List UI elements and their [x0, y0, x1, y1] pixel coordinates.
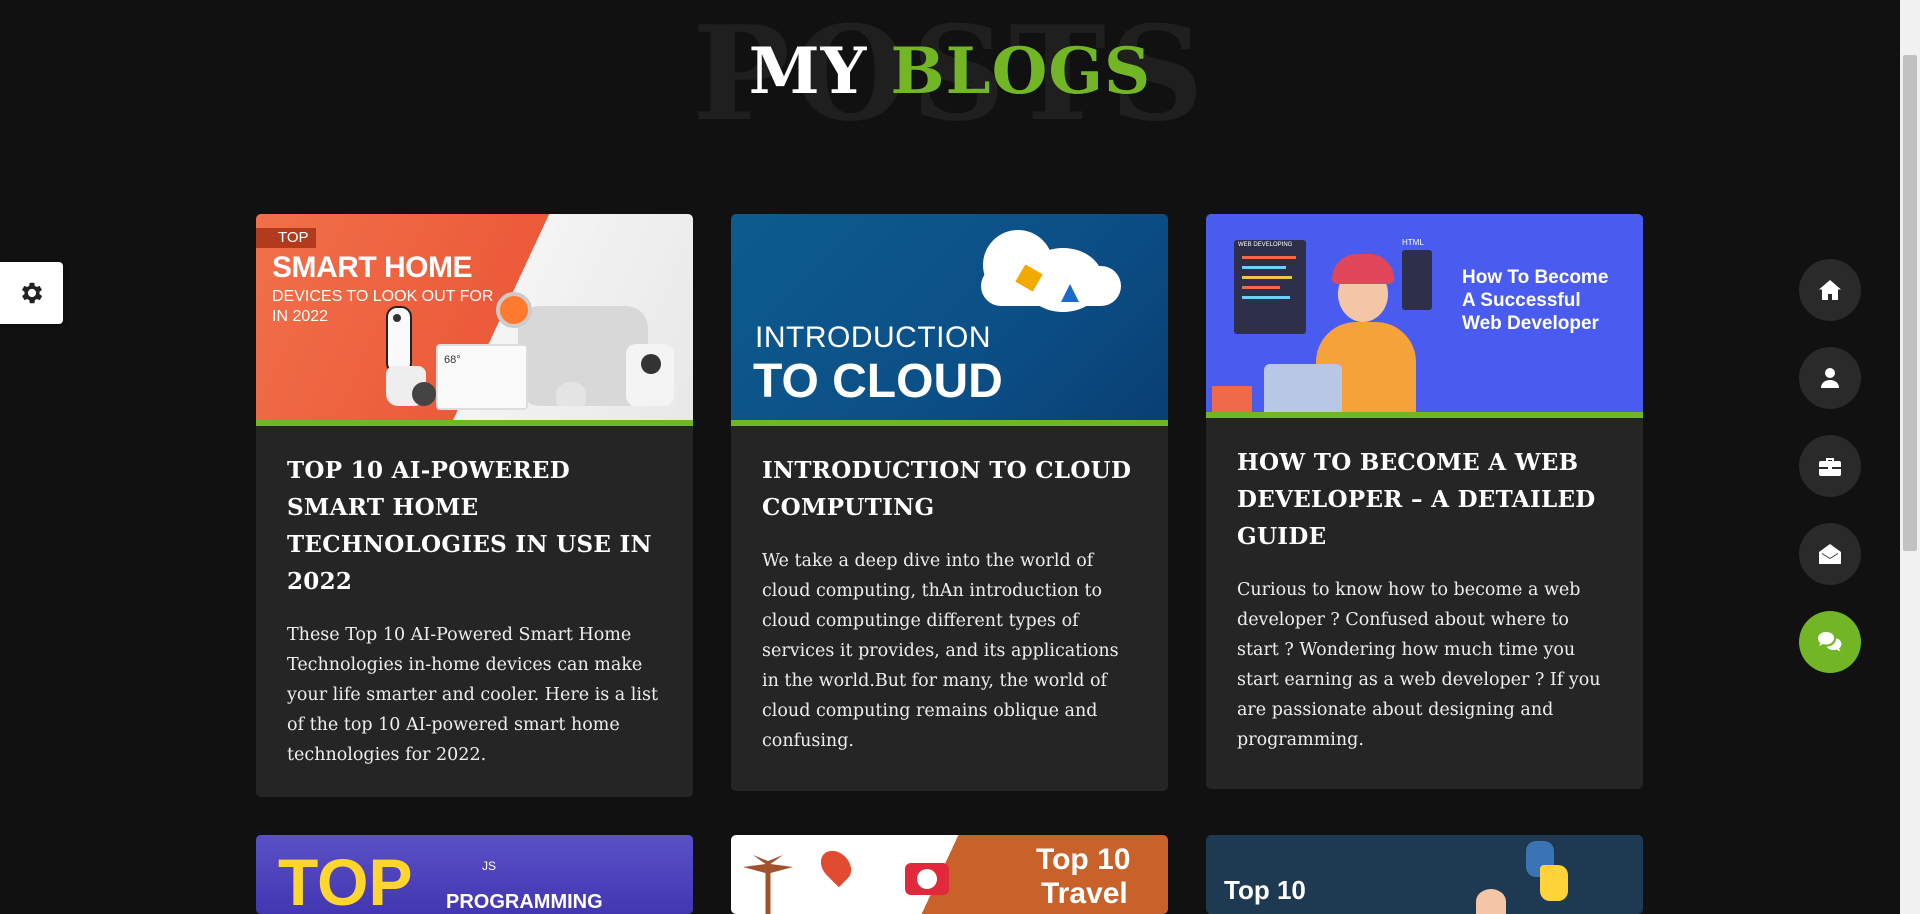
title-word-blogs: BLOGS	[890, 34, 1152, 109]
books	[1212, 386, 1252, 412]
display-temperature: 68°	[444, 354, 461, 366]
blog-card-web-developer[interactable]: WEB DEVELOPING HTML How To Become A Succ…	[1206, 214, 1643, 789]
nav-home-button[interactable]	[1799, 259, 1861, 321]
home-icon	[1819, 280, 1841, 300]
image-line-1: Top 10	[1224, 875, 1306, 905]
code-window-right	[1402, 250, 1432, 310]
cloud-shape-base	[981, 266, 1121, 306]
code-line	[1242, 266, 1286, 269]
image-line-1: How To Become	[1462, 267, 1609, 288]
doorbell-lens	[393, 314, 401, 322]
nav-blog-button[interactable]	[1799, 611, 1861, 673]
title-word-my: MY	[748, 34, 868, 109]
blog-card-cloud-computing[interactable]: INTRODUCTION TO CLOUD Introduction to Cl…	[731, 214, 1168, 791]
blog-card-python[interactable]: Top 10	[1206, 835, 1643, 914]
blog-card-smart-home[interactable]: TOP SMART HOME DEVICES TO LOOK OUT FOR I…	[256, 214, 693, 797]
blog-card-programming[interactable]: TOP PROGRAMMING JS	[256, 835, 693, 914]
code-window-label: WEB DEVELOPING	[1238, 242, 1293, 248]
laptop	[1264, 364, 1342, 412]
briefcase-icon	[1819, 458, 1841, 476]
map-pin-icon	[814, 844, 858, 888]
image-tag: TOP	[278, 229, 309, 246]
blog-card-title[interactable]: How to Become a Web Developer – A Detail…	[1237, 444, 1612, 555]
blog-card-travel[interactable]: Top 10 Travel	[731, 835, 1168, 914]
blog-card-title[interactable]: Top 10 AI-Powered Smart Home Technologie…	[287, 452, 662, 600]
image-line-1: TOP	[278, 845, 413, 914]
blog-card-image: INTRODUCTION TO CLOUD	[731, 214, 1168, 420]
python-logo-yellow	[1540, 865, 1568, 901]
nav-portfolio-button[interactable]	[1799, 435, 1861, 497]
image-line-1: INTRODUCTION	[755, 321, 991, 354]
html-label: HTML	[1402, 238, 1424, 247]
blog-card-image: TOP PROGRAMMING JS	[256, 835, 693, 914]
blog-card-image: TOP SMART HOME DEVICES TO LOOK OUT FOR I…	[256, 214, 693, 420]
blog-card-title[interactable]: Introduction to Cloud Computing	[762, 452, 1137, 526]
envelope-open-icon	[1819, 544, 1841, 564]
image-subtitle-year: IN 2022	[272, 308, 329, 325]
comments-icon	[1818, 632, 1842, 652]
code-line	[1242, 276, 1292, 279]
nest-mini	[556, 382, 586, 406]
blog-card-excerpt: These Top 10 AI-Powered Smart Home Techn…	[287, 625, 659, 765]
code-line	[1242, 296, 1290, 299]
code-line	[1242, 256, 1296, 259]
page-scrollbar[interactable]	[1900, 0, 1920, 914]
settings-toggle-button[interactable]	[0, 262, 63, 324]
nav-about-button[interactable]	[1799, 347, 1861, 409]
person-figure	[1476, 889, 1506, 914]
gear-icon	[21, 282, 42, 304]
blog-card-excerpt: We take a deep dive into the world of cl…	[762, 551, 1119, 751]
scrollbar-thumb[interactable]	[1903, 55, 1917, 551]
camera-lens	[917, 869, 937, 889]
image-line-2: Travel	[1041, 877, 1128, 910]
image-line-1: Top 10	[1036, 843, 1131, 876]
section-heading: POSTS MY BLOGS	[0, 0, 1900, 160]
blog-card-excerpt: Curious to know how to become a web deve…	[1237, 580, 1601, 750]
image-line-2: TO CLOUD	[753, 355, 1003, 408]
image-line-2: A Successful	[1462, 290, 1581, 311]
blog-card-image: WEB DEVELOPING HTML How To Become A Succ…	[1206, 214, 1643, 412]
page-title: MY BLOGS	[0, 30, 1900, 114]
blog-card-image: Top 10 Travel	[731, 835, 1168, 914]
code-line	[1242, 286, 1280, 289]
thermostat-device	[496, 292, 532, 328]
image-line-3: Web Developer	[1462, 313, 1599, 334]
camera-lens	[641, 354, 661, 374]
blog-card-image: Top 10	[1206, 835, 1643, 914]
image-line-2: PROGRAMMING	[446, 891, 603, 913]
user-icon	[1821, 368, 1839, 388]
developer-hair	[1332, 254, 1394, 284]
palm-tree-icon	[743, 855, 793, 914]
side-navigation	[1799, 259, 1861, 699]
nav-contact-button[interactable]	[1799, 523, 1861, 585]
round-hub	[412, 382, 436, 406]
image-headline: SMART HOME	[272, 251, 473, 284]
image-js-label: JS	[482, 859, 497, 873]
image-subtitle: DEVICES TO LOOK OUT FOR	[272, 288, 494, 305]
